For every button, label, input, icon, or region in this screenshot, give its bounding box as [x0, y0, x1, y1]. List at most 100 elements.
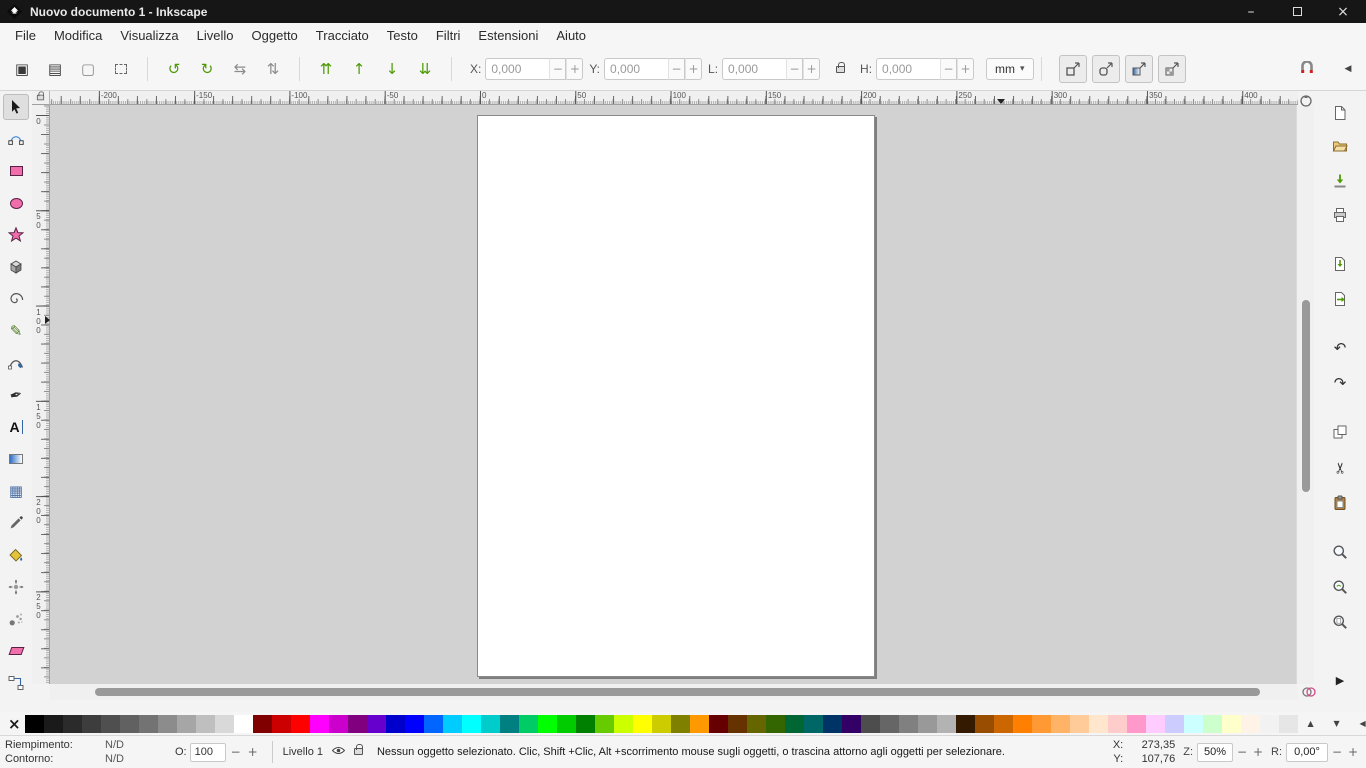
flip-horizontal-button[interactable]: ⇆	[226, 55, 254, 83]
palette-swatch[interactable]	[1070, 715, 1089, 733]
palette-swatch[interactable]	[690, 715, 709, 733]
palette-swatch[interactable]	[1241, 715, 1260, 733]
palette-swatch[interactable]	[1203, 715, 1222, 733]
palette-swatch[interactable]	[1051, 715, 1070, 733]
opacity-minus-button[interactable]: −	[229, 743, 243, 761]
palette-swatch[interactable]	[139, 715, 158, 733]
rotation-field[interactable]: 0,00°	[1286, 743, 1328, 762]
redo-button[interactable]: ↷	[1326, 369, 1354, 397]
opacity-field[interactable]	[190, 743, 226, 762]
layer-visibility-button[interactable]	[332, 746, 345, 758]
document-page[interactable]	[477, 115, 875, 677]
scale-stroke-toggle[interactable]	[1059, 55, 1087, 83]
palette-swatch[interactable]	[842, 715, 861, 733]
width-minus-button[interactable]: −	[786, 58, 803, 80]
height-field[interactable]	[876, 58, 940, 80]
selector-tool[interactable]	[3, 94, 29, 120]
palette-swatch[interactable]	[63, 715, 82, 733]
menu-estensioni[interactable]: Estensioni	[469, 23, 547, 48]
palette-swatch[interactable]	[1127, 715, 1146, 733]
rectangle-tool[interactable]	[3, 158, 29, 184]
lower-to-bottom-button[interactable]: ⇊	[411, 55, 439, 83]
menu-modifica[interactable]: Modifica	[45, 23, 111, 48]
tweak-tool[interactable]	[3, 574, 29, 600]
palette-swatch[interactable]	[614, 715, 633, 733]
width-plus-button[interactable]: +	[803, 58, 820, 80]
palette-swatch[interactable]	[272, 715, 291, 733]
palette-scroll-down-button[interactable]: ▼	[1324, 715, 1350, 733]
palette-swatch[interactable]	[633, 715, 652, 733]
lock-guides-button[interactable]	[32, 91, 50, 105]
palette-swatch[interactable]	[291, 715, 310, 733]
palette-swatch[interactable]	[462, 715, 481, 733]
palette-swatch[interactable]	[994, 715, 1013, 733]
palette-swatch[interactable]	[861, 715, 880, 733]
palette-swatch[interactable]	[310, 715, 329, 733]
palette-swatch[interactable]	[1279, 715, 1298, 733]
palette-swatch[interactable]	[785, 715, 804, 733]
palette-swatch[interactable]	[918, 715, 937, 733]
show-dialogs-button[interactable]: ▶	[1332, 672, 1348, 688]
canvas[interactable]	[50, 105, 1298, 684]
palette-swatch[interactable]	[975, 715, 994, 733]
palette-swatch[interactable]	[1146, 715, 1165, 733]
menu-aiuto[interactable]: Aiuto	[547, 23, 595, 48]
deselect-button[interactable]: ▢	[74, 55, 102, 83]
vertical-ruler[interactable]: 050100150200250	[32, 105, 50, 684]
palette-swatch[interactable]	[1013, 715, 1032, 733]
zoom-plus-button[interactable]: +	[1251, 743, 1265, 761]
palette-swatch[interactable]	[880, 715, 899, 733]
x-plus-button[interactable]: +	[566, 58, 583, 80]
palette-swatch[interactable]	[234, 715, 253, 733]
palette-swatch[interactable]	[709, 715, 728, 733]
select-all-button[interactable]: ▣	[8, 55, 36, 83]
palette-swatch[interactable]	[1184, 715, 1203, 733]
undo-button[interactable]: ↶	[1326, 334, 1354, 362]
palette-swatch[interactable]	[1089, 715, 1108, 733]
rotation-minus-button[interactable]: −	[1330, 743, 1344, 761]
palette-swatch[interactable]	[215, 715, 234, 733]
y-plus-button[interactable]: +	[685, 58, 702, 80]
gradient-tool[interactable]	[3, 446, 29, 472]
spray-tool[interactable]	[3, 606, 29, 632]
palette-swatch[interactable]	[82, 715, 101, 733]
no-color-button[interactable]: ×	[8, 715, 21, 733]
palette-menu-button[interactable]: ◀	[1350, 715, 1366, 733]
horizontal-scrollbar-thumb[interactable]	[95, 688, 1260, 696]
palette-swatch[interactable]	[25, 715, 44, 733]
palette-swatch[interactable]	[405, 715, 424, 733]
rotate-cw-button[interactable]: ↻	[193, 55, 221, 83]
height-minus-button[interactable]: −	[940, 58, 957, 80]
connector-tool[interactable]	[3, 670, 29, 696]
move-patterns-toggle[interactable]	[1158, 55, 1186, 83]
maximize-button[interactable]	[1274, 0, 1320, 23]
menu-tracciato[interactable]: Tracciato	[307, 23, 378, 48]
palette-swatch[interactable]	[747, 715, 766, 733]
horizontal-ruler[interactable]: -200-150-100-50050100150200250300350400	[50, 91, 1298, 105]
vertical-scrollbar-thumb[interactable]	[1302, 300, 1310, 492]
palette-swatch[interactable]	[652, 715, 671, 733]
ellipse-tool[interactable]	[3, 190, 29, 216]
palette-swatch[interactable]	[177, 715, 196, 733]
palette-swatch[interactable]	[823, 715, 842, 733]
raise-button[interactable]: ↑	[345, 55, 373, 83]
palette-swatch[interactable]	[576, 715, 595, 733]
unit-dropdown[interactable]: mm ▾	[986, 58, 1034, 80]
new-document-button[interactable]	[1326, 99, 1354, 127]
palette-swatch[interactable]	[804, 715, 823, 733]
box3d-tool[interactable]	[3, 254, 29, 280]
export-button[interactable]	[1326, 285, 1354, 313]
x-field[interactable]	[485, 58, 549, 80]
spiral-tool[interactable]	[3, 286, 29, 312]
palette-swatch[interactable]	[766, 715, 785, 733]
palette-swatch[interactable]	[1108, 715, 1127, 733]
import-button[interactable]	[1326, 250, 1354, 278]
palette-swatch[interactable]	[44, 715, 63, 733]
palette-swatch[interactable]	[386, 715, 405, 733]
dropper-tool[interactable]	[3, 510, 29, 536]
palette-swatch[interactable]	[1222, 715, 1241, 733]
menu-visualizza[interactable]: Visualizza	[111, 23, 187, 48]
lock-ratio-button[interactable]	[828, 57, 852, 81]
palette-swatch[interactable]	[101, 715, 120, 733]
palette-swatch[interactable]	[329, 715, 348, 733]
